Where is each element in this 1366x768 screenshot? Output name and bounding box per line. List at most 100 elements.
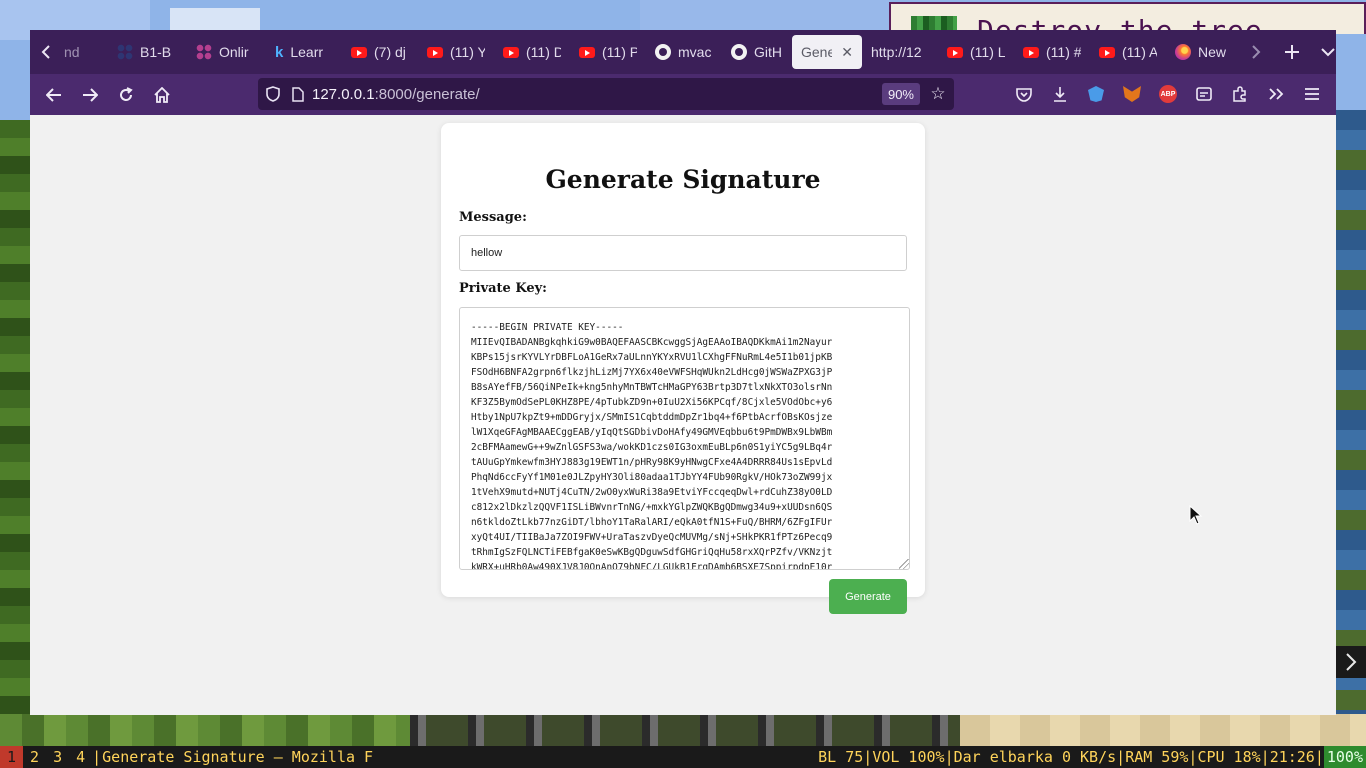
chevron-right-icon[interactable] bbox=[1336, 646, 1366, 678]
status-separator: | bbox=[1260, 748, 1270, 766]
tab-4[interactable]: (7) dj bbox=[342, 35, 418, 69]
tab-label: http://12 bbox=[871, 44, 922, 60]
tab-7[interactable]: (11) P bbox=[570, 35, 646, 69]
tab-label: nd bbox=[64, 44, 80, 60]
youtube-icon bbox=[947, 46, 963, 58]
private-key-textarea[interactable]: -----BEGIN PRIVATE KEY----- MIIEvQIBADAN… bbox=[459, 307, 910, 570]
volume-indicator: VOL 100% bbox=[872, 748, 945, 766]
youtube-icon bbox=[427, 46, 443, 58]
tab-label: (11) L bbox=[970, 44, 1005, 60]
overflow-chevron-icon[interactable] bbox=[1258, 78, 1294, 110]
tab-8[interactable]: mvac bbox=[646, 35, 722, 69]
tab-6[interactable]: (11) D bbox=[494, 35, 570, 69]
workspace-2[interactable]: 2 bbox=[23, 746, 46, 768]
clock: 21:26 bbox=[1269, 748, 1315, 766]
status-indicators: BL 75 | VOL 100% | Dar elbarka 0 KB/s | … bbox=[818, 746, 1366, 768]
tab-3[interactable]: k Learr bbox=[266, 35, 342, 69]
workspace-1[interactable]: 1 bbox=[0, 746, 24, 768]
close-icon[interactable]: ✕ bbox=[841, 44, 853, 61]
youtube-icon bbox=[503, 46, 519, 58]
status-separator: | bbox=[863, 748, 873, 766]
shield-icon[interactable] bbox=[258, 86, 288, 102]
github-icon bbox=[655, 44, 671, 60]
tab-0[interactable]: nd bbox=[62, 35, 108, 69]
tab-bar: nd B1-B Onlir k Learr (7) dj (11) Y (11)… bbox=[30, 30, 1336, 74]
home-button[interactable] bbox=[144, 79, 180, 111]
tab-2[interactable]: Onlir bbox=[187, 35, 266, 69]
tab-14[interactable]: (11) A bbox=[1090, 35, 1166, 69]
tab-label: (11) # bbox=[1046, 44, 1081, 60]
signature-form-card: Generate Signature Message: Private Key:… bbox=[441, 123, 925, 597]
url-path: :8000/generate/ bbox=[374, 85, 480, 103]
desktop-tree-left bbox=[0, 120, 30, 720]
tab-9[interactable]: GitH bbox=[722, 35, 792, 69]
battery-indicator: 100% bbox=[1323, 746, 1366, 768]
page-title: Generate Signature bbox=[545, 165, 821, 194]
tab-label: (11) P bbox=[602, 44, 637, 60]
tabs-scroll-right-button[interactable] bbox=[1238, 30, 1274, 74]
status-separator: | bbox=[1188, 748, 1198, 766]
forward-button[interactable] bbox=[72, 79, 108, 111]
new-tab-button[interactable] bbox=[1274, 30, 1310, 74]
reload-button[interactable] bbox=[108, 79, 144, 111]
backlight-indicator: BL 75 bbox=[818, 748, 864, 766]
tabbar-controls bbox=[1238, 30, 1336, 74]
textarea-resize-handle[interactable] bbox=[899, 559, 909, 569]
tab-13[interactable]: (11) # bbox=[1014, 35, 1090, 69]
tab-label: New bbox=[1198, 44, 1227, 60]
private-key-label: Private Key: bbox=[459, 281, 547, 296]
extension-shield-icon[interactable] bbox=[1078, 78, 1114, 110]
firefox-icon bbox=[1175, 44, 1191, 60]
container-icon[interactable] bbox=[1186, 78, 1222, 110]
list-all-tabs-button[interactable] bbox=[1310, 30, 1336, 74]
tab-active-generate[interactable]: Gener ✕ bbox=[792, 35, 862, 69]
status-separator: | bbox=[92, 748, 102, 766]
tab-label: mvac bbox=[678, 44, 712, 60]
tab-label: (11) A bbox=[1122, 44, 1157, 60]
k-icon: k bbox=[275, 43, 284, 61]
tab-1[interactable]: B1-B bbox=[108, 35, 187, 69]
tabs-scroll-left-button[interactable] bbox=[30, 30, 62, 74]
grid-icon bbox=[117, 44, 133, 60]
generate-button[interactable]: Generate bbox=[829, 579, 907, 614]
adblock-plus-icon[interactable]: ABP bbox=[1150, 78, 1186, 110]
tab-5[interactable]: (11) Y bbox=[418, 35, 494, 69]
system-status-bar: 1 2 3 4 | Generate Signature — Mozilla F… bbox=[0, 746, 1366, 768]
youtube-icon bbox=[351, 46, 367, 58]
status-separator: | bbox=[944, 748, 954, 766]
hamburger-menu-icon[interactable] bbox=[1294, 78, 1330, 110]
desktop-cloud-block bbox=[170, 8, 260, 30]
url-text[interactable]: 127.0.0.1:8000/generate/ bbox=[312, 86, 480, 103]
tab-label: Gener bbox=[801, 44, 833, 60]
url-bar[interactable]: 127.0.0.1:8000/generate/ 90% ☆ bbox=[258, 78, 954, 110]
page-info-icon[interactable] bbox=[288, 86, 308, 102]
metamask-fox-icon[interactable] bbox=[1114, 78, 1150, 110]
tab-label: (11) Y bbox=[450, 44, 485, 60]
message-input[interactable] bbox=[459, 235, 907, 271]
tab-label: (11) D bbox=[526, 44, 561, 60]
back-button[interactable] bbox=[36, 79, 72, 111]
youtube-icon bbox=[1023, 46, 1039, 58]
workspace-3[interactable]: 3 bbox=[46, 746, 69, 768]
tab-label: B1-B bbox=[140, 44, 172, 60]
focused-window-title: Generate Signature — Mozilla F bbox=[102, 748, 374, 766]
extensions-puzzle-icon[interactable] bbox=[1222, 78, 1258, 110]
navigation-bar: 127.0.0.1:8000/generate/ 90% ☆ ABP bbox=[30, 74, 1336, 115]
pocket-icon[interactable] bbox=[1006, 78, 1042, 110]
network-indicator: Dar elbarka 0 KB/s bbox=[953, 748, 1117, 766]
tab-12[interactable]: (11) L bbox=[938, 35, 1014, 69]
workspace-4[interactable]: 4 bbox=[69, 746, 92, 768]
tab-label: GitH bbox=[754, 44, 782, 60]
desktop-water-right bbox=[1336, 110, 1366, 720]
bookmark-star-icon[interactable]: ☆ bbox=[926, 82, 950, 106]
desktop-sky-block-2 bbox=[640, 0, 890, 30]
downloads-icon[interactable] bbox=[1042, 78, 1078, 110]
youtube-icon bbox=[579, 46, 595, 58]
tab-11[interactable]: http://12 bbox=[862, 35, 938, 69]
page-content: Generate Signature Message: Private Key:… bbox=[30, 115, 1336, 715]
zoom-level-button[interactable]: 90% bbox=[881, 83, 920, 105]
status-separator: | bbox=[1116, 748, 1126, 766]
ram-indicator: RAM 59% bbox=[1125, 748, 1189, 766]
tab-15[interactable]: New bbox=[1166, 35, 1238, 69]
grid-icon bbox=[196, 44, 212, 60]
